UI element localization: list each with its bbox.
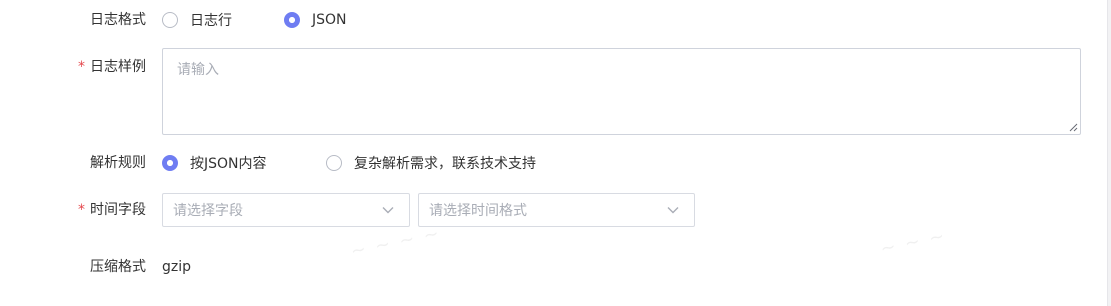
time-field-select-placeholder: 请选择字段	[173, 203, 243, 219]
parse-rule-option-json-content-label: 按JSON内容	[190, 156, 267, 172]
log-sample-label-text: 日志样例	[90, 59, 146, 75]
radio-unchecked-icon[interactable]	[326, 155, 342, 171]
parse-rule-label-text: 解析规则	[90, 155, 146, 171]
watermark: ~ ~ ~	[878, 225, 949, 260]
required-asterisk: *	[78, 202, 85, 218]
scrollbar-track[interactable]	[1107, 0, 1111, 306]
log-format-option-log-line[interactable]: 日志行	[162, 9, 232, 31]
time-field-label: * 时间字段	[40, 200, 146, 220]
watermark: ~ ~ ~ ~	[348, 222, 443, 263]
radio-checked-icon[interactable]	[284, 12, 300, 28]
time-field-select[interactable]: 请选择字段	[162, 193, 410, 227]
log-config-form: ~ ~ ~ ~ ~ ~ ~ ~ ~ ~ ~ ~ ~ ~ 日志格式 日志行 JSO…	[0, 0, 1111, 306]
log-format-label: 日志格式	[40, 10, 146, 30]
compression-label-text: 压缩格式	[90, 259, 146, 275]
parse-rule-label: 解析规则	[40, 153, 146, 173]
time-field-label-text: 时间字段	[90, 202, 146, 218]
chevron-down-icon[interactable]	[666, 203, 680, 217]
radio-checked-icon[interactable]	[162, 155, 178, 171]
log-sample-field[interactable]	[162, 48, 1081, 135]
log-format-option-log-line-label: 日志行	[190, 13, 232, 29]
time-format-select[interactable]: 请选择时间格式	[418, 193, 695, 227]
log-format-option-json[interactable]: JSON	[284, 9, 347, 31]
time-format-select-placeholder: 请选择时间格式	[429, 203, 527, 219]
parse-rule-option-contact-support-label: 复杂解析需求，联系技术支持	[354, 156, 536, 172]
log-sample-textarea[interactable]	[163, 49, 1080, 134]
chevron-down-icon[interactable]	[381, 203, 395, 217]
compression-label: 压缩格式	[40, 257, 146, 277]
parse-rule-option-json-content[interactable]: 按JSON内容	[162, 152, 267, 174]
log-format-option-json-label: JSON	[312, 12, 347, 28]
radio-unchecked-icon[interactable]	[162, 12, 178, 28]
log-format-label-text: 日志格式	[90, 12, 146, 28]
resize-handle-icon[interactable]	[1068, 122, 1078, 132]
log-sample-label: * 日志样例	[40, 57, 146, 77]
compression-value: gzip	[162, 259, 192, 275]
required-asterisk: *	[78, 59, 85, 75]
parse-rule-option-contact-support[interactable]: 复杂解析需求，联系技术支持	[326, 152, 536, 174]
